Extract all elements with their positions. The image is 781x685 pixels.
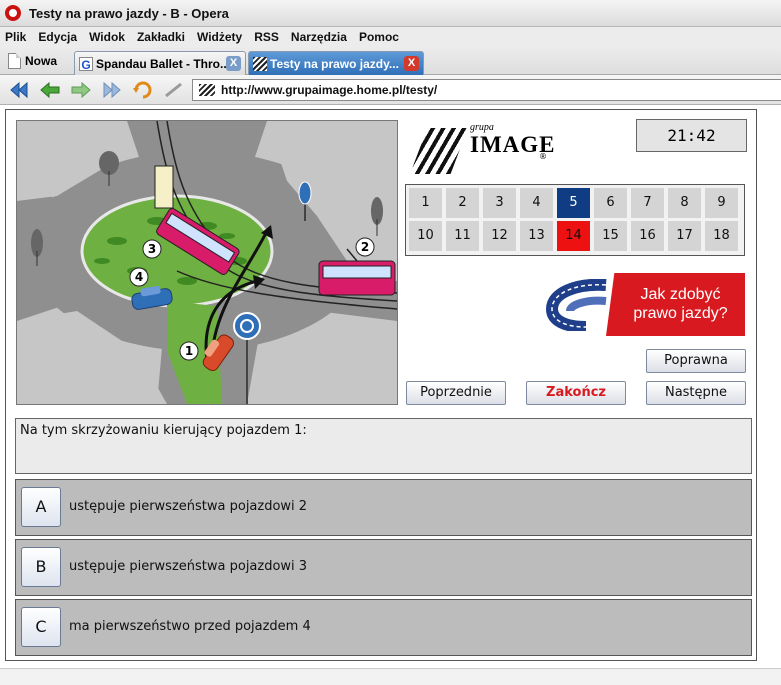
new-tab-button[interactable]: Nowa bbox=[8, 50, 57, 72]
promo-banner[interactable]: Jak zdobyć prawo jazdy? bbox=[546, 273, 745, 336]
tab-label: Testy na prawo jazdy... bbox=[270, 56, 399, 71]
answer-c-text: ma pierwszeństwo przed pojazdem 4 bbox=[69, 619, 311, 634]
question-number-13[interactable]: 13 bbox=[520, 221, 553, 251]
close-tab-icon[interactable]: X bbox=[404, 56, 419, 71]
back-icon[interactable] bbox=[39, 80, 61, 100]
menu-narzedzia[interactable]: Narzędzia bbox=[286, 30, 352, 44]
question-number-16[interactable]: 16 bbox=[631, 221, 664, 251]
promo-line-1: Jak zdobyć bbox=[640, 286, 721, 303]
logo-stripes-icon bbox=[410, 128, 468, 174]
answer-a-text: ustępuje pierwszeństwa pojazdowi 2 bbox=[69, 499, 308, 514]
page-bottom-area bbox=[0, 668, 781, 685]
answer-option-b[interactable]: B ustępuje pierwszeństwa pojazdowi 3 bbox=[15, 539, 752, 596]
question-number-11[interactable]: 11 bbox=[446, 221, 479, 251]
question-number-14-wrong[interactable]: 14 bbox=[557, 221, 590, 251]
vehicle-label-4: 4 bbox=[135, 270, 143, 284]
grupa-image-logo: grupa IMAGE ® bbox=[408, 122, 555, 174]
tab-testy-na-prawo-jazdy[interactable]: Testy na prawo jazdy... X bbox=[248, 51, 424, 75]
answer-b-text: ustępuje pierwszeństwa pojazdowi 3 bbox=[69, 559, 308, 574]
question-number-12[interactable]: 12 bbox=[483, 221, 516, 251]
answer-b-button[interactable]: B bbox=[21, 547, 61, 587]
logo-registered-mark: ® bbox=[539, 152, 547, 161]
test-page: 1 2 3 4 grupa IMAGE ® 21:42 1 2 3 4 5 6 … bbox=[5, 109, 757, 661]
question-number-1[interactable]: 1 bbox=[409, 188, 442, 218]
vehicle-label-1: 1 bbox=[185, 344, 193, 358]
question-number-3[interactable]: 3 bbox=[483, 188, 516, 218]
finish-button[interactable]: Zakończ bbox=[526, 381, 626, 405]
site-favicon-icon bbox=[199, 84, 215, 96]
question-number-7[interactable]: 7 bbox=[631, 188, 664, 218]
tab-bar: Nowa G Spandau Ballet - Thro... X Testy … bbox=[0, 47, 781, 75]
intersection-illustration: 1 2 3 4 bbox=[16, 120, 398, 405]
question-number-15[interactable]: 15 bbox=[594, 221, 627, 251]
road-logo-icon bbox=[546, 279, 607, 331]
question-number-17[interactable]: 17 bbox=[668, 221, 701, 251]
menu-widzety[interactable]: Widżety bbox=[192, 30, 247, 44]
question-number-5-current[interactable]: 5 bbox=[557, 188, 590, 218]
next-button[interactable]: Następne bbox=[646, 381, 746, 405]
rewind-icon[interactable] bbox=[8, 80, 30, 100]
question-number-18[interactable]: 18 bbox=[705, 221, 738, 251]
question-number-2[interactable]: 2 bbox=[446, 188, 479, 218]
tab-spandau-ballet[interactable]: G Spandau Ballet - Thro... X bbox=[74, 51, 246, 75]
answer-option-c[interactable]: C ma pierwszeństwo przed pojazdem 4 bbox=[15, 599, 752, 656]
address-bar[interactable]: http://www.grupaimage.home.pl/testy/ bbox=[192, 79, 781, 101]
opera-logo-icon bbox=[5, 5, 21, 21]
menu-plik[interactable]: Plik bbox=[0, 30, 31, 44]
promo-line-2: prawo jazdy? bbox=[633, 305, 728, 322]
new-tab-label: Nowa bbox=[25, 54, 58, 68]
edit-icon[interactable] bbox=[163, 80, 185, 100]
question-number-6[interactable]: 6 bbox=[594, 188, 627, 218]
close-tab-icon[interactable]: X bbox=[226, 56, 241, 71]
question-number-9[interactable]: 9 bbox=[705, 188, 738, 218]
question-number-grid: 1 2 3 4 5 6 7 8 9 10 11 12 13 14 15 16 1… bbox=[405, 184, 745, 256]
answer-c-button[interactable]: C bbox=[21, 607, 61, 647]
browser-window: Testy na prawo jazdy - B - Opera Plik Ed… bbox=[0, 0, 781, 685]
answer-option-a[interactable]: A ustępuje pierwszeństwa pojazdowi 2 bbox=[15, 479, 752, 536]
window-title: Testy na prawo jazdy - B - Opera bbox=[29, 5, 229, 21]
question-number-10[interactable]: 10 bbox=[409, 221, 442, 251]
address-url[interactable]: http://www.grupaimage.home.pl/testy/ bbox=[221, 83, 437, 97]
menu-bar: Plik Edycja Widok Zakładki Widżety RSS N… bbox=[0, 27, 781, 47]
tab-label: Spandau Ballet - Thro... bbox=[96, 56, 226, 71]
question-number-4[interactable]: 4 bbox=[520, 188, 553, 218]
google-favicon-icon: G bbox=[79, 56, 93, 72]
menu-widok[interactable]: Widok bbox=[84, 30, 130, 44]
vehicle-label-2: 2 bbox=[361, 240, 369, 254]
answer-a-button[interactable]: A bbox=[21, 487, 61, 527]
grupaimage-favicon-icon bbox=[253, 56, 267, 71]
title-bar: Testy na prawo jazdy - B - Opera bbox=[0, 0, 781, 27]
reload-icon[interactable] bbox=[132, 80, 154, 100]
new-document-icon bbox=[8, 53, 21, 69]
vehicle-label-3: 3 bbox=[148, 242, 156, 256]
correct-answer-button[interactable]: Poprawna bbox=[646, 349, 746, 373]
previous-button[interactable]: Poprzednie bbox=[406, 381, 506, 405]
fast-forward-icon[interactable] bbox=[101, 80, 123, 100]
menu-pomoc[interactable]: Pomoc bbox=[354, 30, 404, 44]
menu-zakladki[interactable]: Zakładki bbox=[132, 30, 190, 44]
question-text: Na tym skrzyżowaniu kierujący pojazdem 1… bbox=[15, 418, 752, 474]
promo-text: Jak zdobyć prawo jazdy? bbox=[606, 273, 745, 336]
forward-icon[interactable] bbox=[70, 80, 92, 100]
menu-edycja[interactable]: Edycja bbox=[33, 30, 82, 44]
timer-display: 21:42 bbox=[636, 119, 747, 152]
question-number-8[interactable]: 8 bbox=[668, 188, 701, 218]
navigation-toolbar: http://www.grupaimage.home.pl/testy/ bbox=[0, 75, 781, 105]
menu-rss[interactable]: RSS bbox=[249, 30, 284, 44]
